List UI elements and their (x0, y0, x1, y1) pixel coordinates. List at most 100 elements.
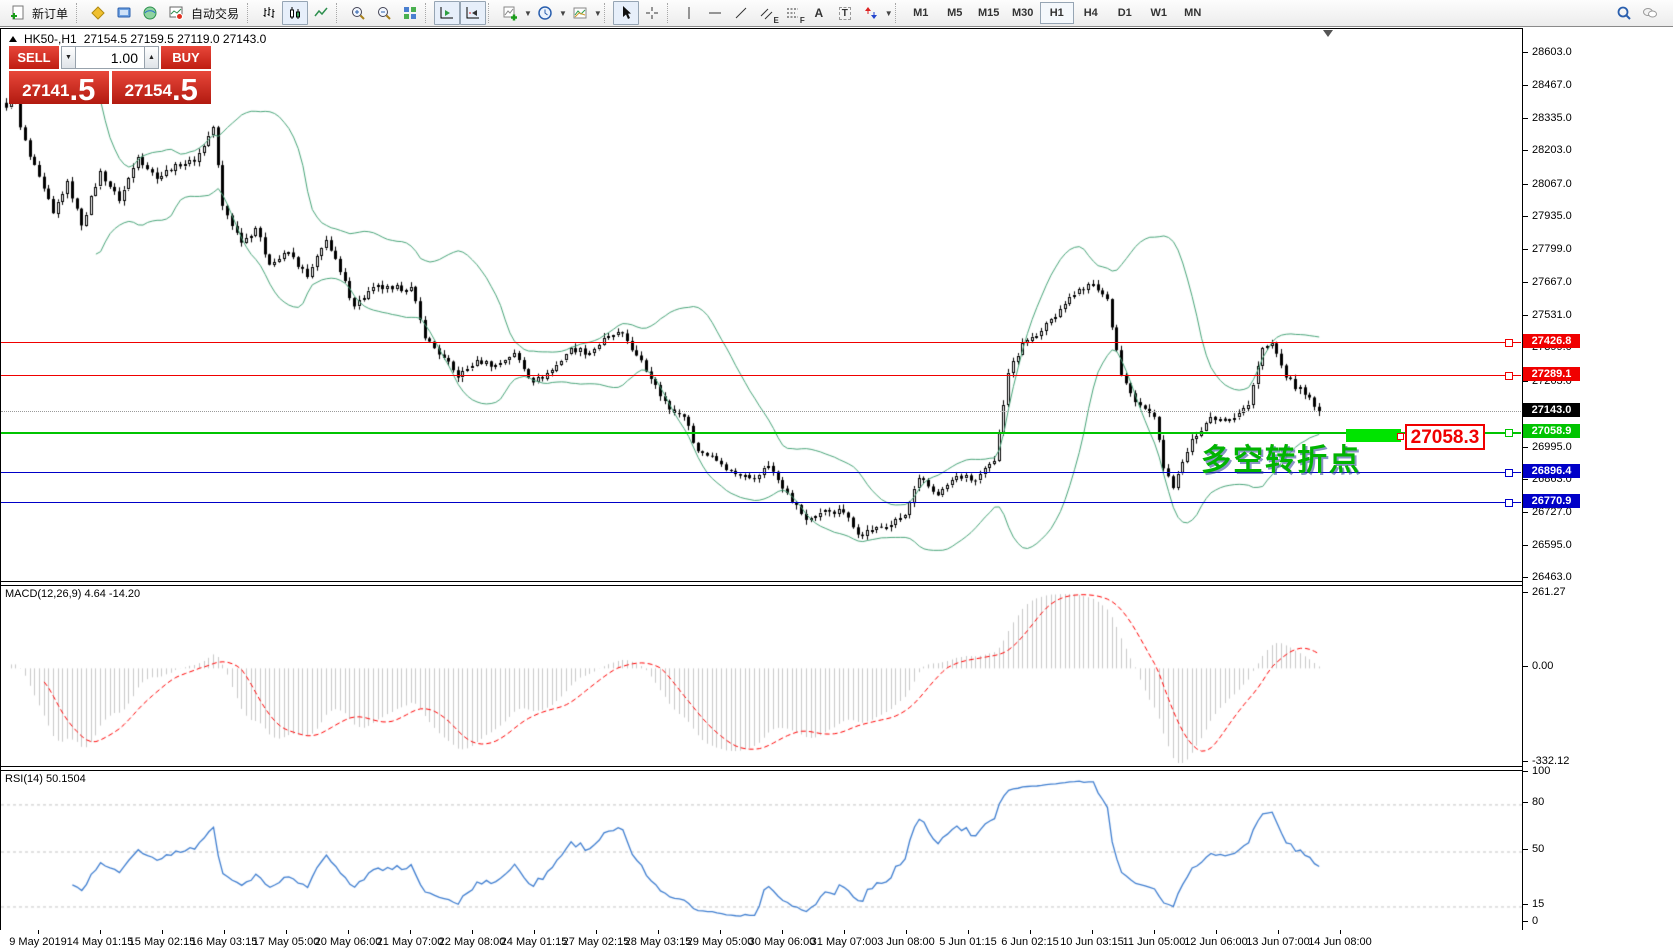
autotrading-button[interactable] (163, 1, 189, 25)
periods-dropdown-caret[interactable]: ▼ (559, 9, 567, 18)
vertical-line-button[interactable] (676, 1, 702, 25)
sell-price-display[interactable]: 27141 .5 (9, 71, 109, 104)
timeframe-H1[interactable]: H1 (1040, 2, 1074, 24)
time-tick-mark (1092, 930, 1093, 934)
macd-canvas[interactable] (1, 585, 1522, 766)
sell-button[interactable]: SELL (9, 46, 59, 69)
annotation-text[interactable]: 多空转折点 (1201, 435, 1361, 479)
bar-chart-button[interactable] (256, 1, 282, 25)
buy-price-display[interactable]: 27154 .5 (112, 71, 212, 104)
chat-button[interactable] (1637, 1, 1663, 25)
indicators-button[interactable] (497, 1, 523, 25)
auto-scroll-button[interactable] (434, 1, 460, 25)
line-chart-button[interactable] (308, 1, 334, 25)
channel-button[interactable]: E (754, 1, 780, 25)
axis-tick-label: 26727.0 (1532, 506, 1572, 518)
rsi-panel: RSI(14) 50.1504 (1, 770, 1522, 930)
timeframe-M1[interactable]: M1 (904, 2, 938, 24)
resistance-price-label: 27426.8 (1523, 334, 1580, 348)
chart-shift-marker-icon[interactable] (1323, 30, 1333, 37)
rsi-canvas[interactable] (1, 770, 1522, 930)
metaeditor-button[interactable] (85, 1, 111, 25)
templates-dropdown-caret[interactable]: ▼ (594, 9, 602, 18)
horizontal-line-button[interactable] (702, 1, 728, 25)
volume-decrease-button[interactable]: ▼ (61, 46, 76, 69)
cursor-button[interactable] (613, 1, 639, 25)
separator (336, 3, 341, 23)
trendline-button[interactable] (728, 1, 754, 25)
axis-tick-label: 27667.0 (1532, 276, 1572, 288)
channel-icon (759, 5, 775, 21)
macd-axis-tick (1523, 592, 1528, 593)
volume-increase-button[interactable]: ▲ (144, 46, 159, 69)
axis-tick-mark (1523, 249, 1528, 250)
timeframe-M15[interactable]: M15 (972, 2, 1006, 24)
level-handle[interactable] (1505, 372, 1513, 380)
level-handle[interactable] (1505, 469, 1513, 477)
candlestick-chart-button[interactable] (282, 1, 308, 25)
new-order-label[interactable]: 新订单 (32, 5, 68, 22)
axis-tick-label: 28067.0 (1532, 178, 1572, 190)
time-tick-mark (348, 930, 349, 934)
support-level-line[interactable] (1, 502, 1521, 503)
resistance-level-line[interactable] (1, 375, 1521, 376)
autotrading-label[interactable]: 自动交易 (191, 5, 239, 22)
time-tick-mark (534, 930, 535, 934)
tile-windows-button[interactable] (397, 1, 423, 25)
time-tick-label: 16 May 03:15 (191, 936, 258, 948)
time-tick-mark (286, 930, 287, 934)
price-tag-anchor[interactable] (1397, 433, 1404, 440)
axis-tick-mark (1523, 118, 1528, 119)
buy-button[interactable]: BUY (161, 46, 211, 69)
search-button[interactable] (1611, 1, 1637, 25)
timeframe-M30[interactable]: M30 (1006, 2, 1040, 24)
cursor-icon (618, 5, 634, 21)
buy-price-int: 27154 (125, 82, 172, 99)
mt4-window: 新订单 自动交易 (0, 0, 1673, 949)
new-order-button[interactable] (4, 1, 30, 25)
arrows-button[interactable] (858, 1, 884, 25)
chart-shift-button[interactable] (460, 1, 486, 25)
price-axis[interactable]: 28603.028467.028335.028203.028067.027935… (1523, 28, 1673, 949)
volume-input[interactable] (76, 46, 144, 69)
axis-tick-mark (1523, 282, 1528, 283)
axis-tick-label: 28203.0 (1532, 144, 1572, 156)
timeframe-M5[interactable]: M5 (938, 2, 972, 24)
timeframe-W1[interactable]: W1 (1142, 2, 1176, 24)
crosshair-button[interactable] (639, 1, 665, 25)
zoom-in-button[interactable] (345, 1, 371, 25)
time-axis[interactable]: 9 May 201914 May 01:1515 May 02:1516 May… (0, 930, 1523, 949)
channel-glyph: E (773, 16, 778, 25)
timeframe-D1[interactable]: D1 (1108, 2, 1142, 24)
macd-axis-tick (1523, 761, 1528, 762)
zoom-out-button[interactable] (371, 1, 397, 25)
fibonacci-button[interactable]: F (780, 1, 806, 25)
timeframe-MN[interactable]: MN (1176, 2, 1210, 24)
current-level-line[interactable] (1, 411, 1521, 412)
templates-button[interactable] (567, 1, 593, 25)
axis-tick-label: 27799.0 (1532, 243, 1572, 255)
time-tick-mark (1216, 930, 1217, 934)
community-button[interactable] (137, 1, 163, 25)
chart-ohlc-values: 27154.5 27159.5 27119.0 27143.0 (84, 32, 267, 46)
separator (425, 3, 430, 23)
periods-button[interactable] (532, 1, 558, 25)
text-tool-button[interactable]: A (806, 1, 832, 25)
pivot-level-line[interactable] (1, 432, 1521, 434)
time-tick-label: 13 Jun 07:00 (1246, 936, 1310, 948)
resistance-level-line[interactable] (1, 342, 1521, 343)
level-handle[interactable] (1505, 429, 1513, 437)
arrows-dropdown-caret[interactable]: ▼ (885, 9, 893, 18)
price-tag-label[interactable]: 27058.3 (1405, 424, 1485, 450)
level-handle[interactable] (1505, 499, 1513, 507)
time-tick-label: 20 May 06:00 (315, 936, 382, 948)
indicators-dropdown-caret[interactable]: ▼ (524, 9, 532, 18)
macd-axis-tick (1523, 666, 1528, 667)
autotrading-icon (168, 5, 184, 21)
text-label-button[interactable]: T (832, 1, 858, 25)
terminal-button[interactable] (111, 1, 137, 25)
price-chart-canvas[interactable] (1, 29, 1522, 581)
level-handle[interactable] (1505, 339, 1513, 347)
macd-panel: MACD(12,26,9) 4.64 -14.20 (1, 585, 1522, 766)
timeframe-H4[interactable]: H4 (1074, 2, 1108, 24)
